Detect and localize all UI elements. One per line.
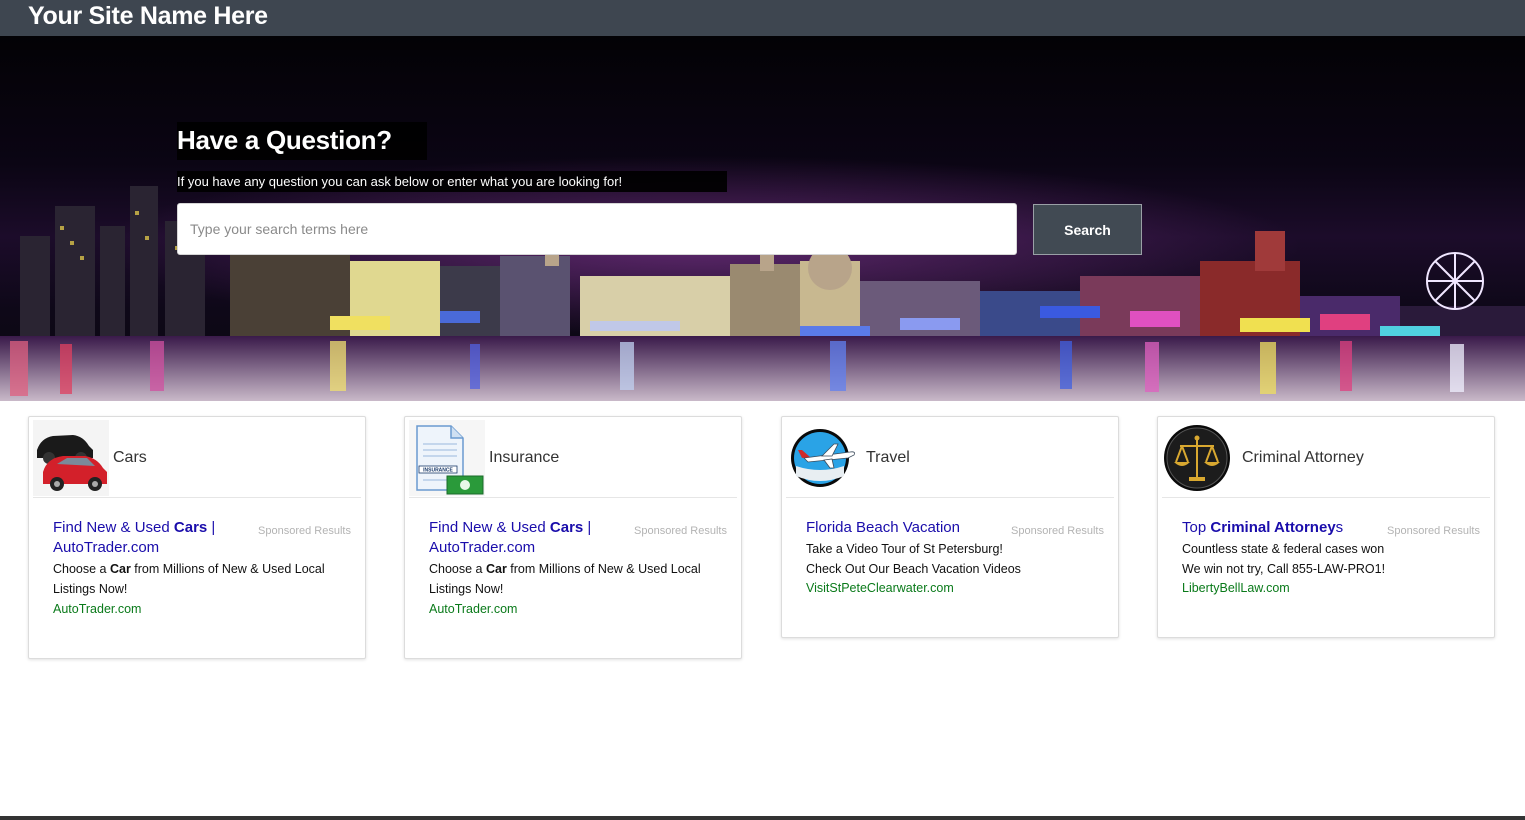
card-title[interactable]: Insurance (489, 449, 559, 467)
ad-desc-line: We win not try, Call 855-LAW-PRO1! (1182, 562, 1386, 576)
card-title[interactable]: Travel (866, 449, 910, 467)
ad-url[interactable]: LibertyBellLaw.com (1182, 581, 1290, 595)
question-title-box: Have a Question? (177, 122, 427, 160)
ad-desc-line: Check Out Our Beach Vacation Videos (806, 562, 1021, 576)
ad-description: Choose a Car from Millions of New & Used… (429, 559, 719, 599)
question-subtitle-box: If you have any question you can ask bel… (177, 171, 727, 192)
ad-link[interactable]: Florida Beach Vacation (806, 518, 1066, 538)
ad-url[interactable]: AutoTrader.com (53, 602, 141, 616)
ad-title-text: Top (1182, 519, 1211, 536)
ad-link[interactable]: Find New & Used Cars | AutoTrader.com (53, 518, 233, 558)
airplane-icon[interactable] (786, 420, 862, 496)
ad-desc-line: Take a Video Tour of St Petersburg! (806, 542, 1003, 556)
ad-title-text: Find New & Used (429, 519, 550, 536)
ad-url[interactable]: VisitStPeteClearwater.com (806, 581, 954, 595)
site-name[interactable]: Your Site Name Here (28, 2, 268, 31)
hero-banner: Have a Question? If you have any questio… (0, 36, 1525, 401)
category-card-cars: Cars Sponsored Results Find New & Used C… (28, 416, 366, 659)
ad-desc-text: Choose a (53, 562, 110, 576)
card-title[interactable]: Cars (113, 449, 147, 467)
search-input[interactable] (177, 203, 1017, 255)
card-header: INSURANCE Insurance (409, 420, 737, 498)
ad-desc-keyword: Car (485, 562, 507, 576)
cars-icon[interactable] (33, 420, 109, 496)
category-card-criminal-attorney: Criminal Attorney Sponsored Results Top … (1157, 416, 1495, 638)
card-title[interactable]: Criminal Attorney (1242, 449, 1364, 467)
ad-description: Countless state & federal cases won We w… (1182, 539, 1472, 579)
ad-description: Choose a Car from Millions of New & Used… (53, 559, 343, 599)
ad-url[interactable]: AutoTrader.com (429, 602, 517, 616)
ad-desc-text: Choose a (429, 562, 486, 576)
card-header: Criminal Attorney (1162, 420, 1490, 498)
ad-title-keyword: Cars (549, 519, 584, 536)
page-bottom-border (0, 816, 1525, 820)
ad-title-text: Find New & Used (53, 519, 174, 536)
sponsored-label: Sponsored Results (258, 525, 351, 537)
ad-title-keyword: Criminal Attorney (1210, 519, 1336, 536)
question-subtitle: If you have any question you can ask bel… (177, 174, 623, 189)
top-bar: Your Site Name Here (0, 0, 1525, 36)
svg-text:INSURANCE: INSURANCE (423, 468, 453, 474)
ad-link[interactable]: Find New & Used Cars | AutoTrader.com (429, 518, 609, 558)
ad-title-keyword: Cars (173, 519, 208, 536)
ad-link[interactable]: Top Criminal Attorneys (1182, 518, 1402, 538)
category-card-travel: Travel Sponsored Results Florida Beach V… (781, 416, 1119, 638)
card-header: Cars (33, 420, 361, 498)
scales-of-justice-icon[interactable] (1162, 420, 1238, 496)
ad-title-text: s (1335, 519, 1344, 536)
ad-desc-line: Countless state & federal cases won (1182, 542, 1385, 556)
ad-desc-keyword: Car (109, 562, 131, 576)
insurance-document-icon[interactable]: INSURANCE (409, 420, 485, 496)
search-button[interactable]: Search (1033, 204, 1142, 255)
card-header: Travel (786, 420, 1114, 498)
category-card-insurance: INSURANCE Insurance Sponsored Results Fi… (404, 416, 742, 659)
ad-description: Take a Video Tour of St Petersburg! Chec… (806, 539, 1096, 579)
sponsored-label: Sponsored Results (634, 525, 727, 537)
question-title: Have a Question? (177, 125, 392, 155)
